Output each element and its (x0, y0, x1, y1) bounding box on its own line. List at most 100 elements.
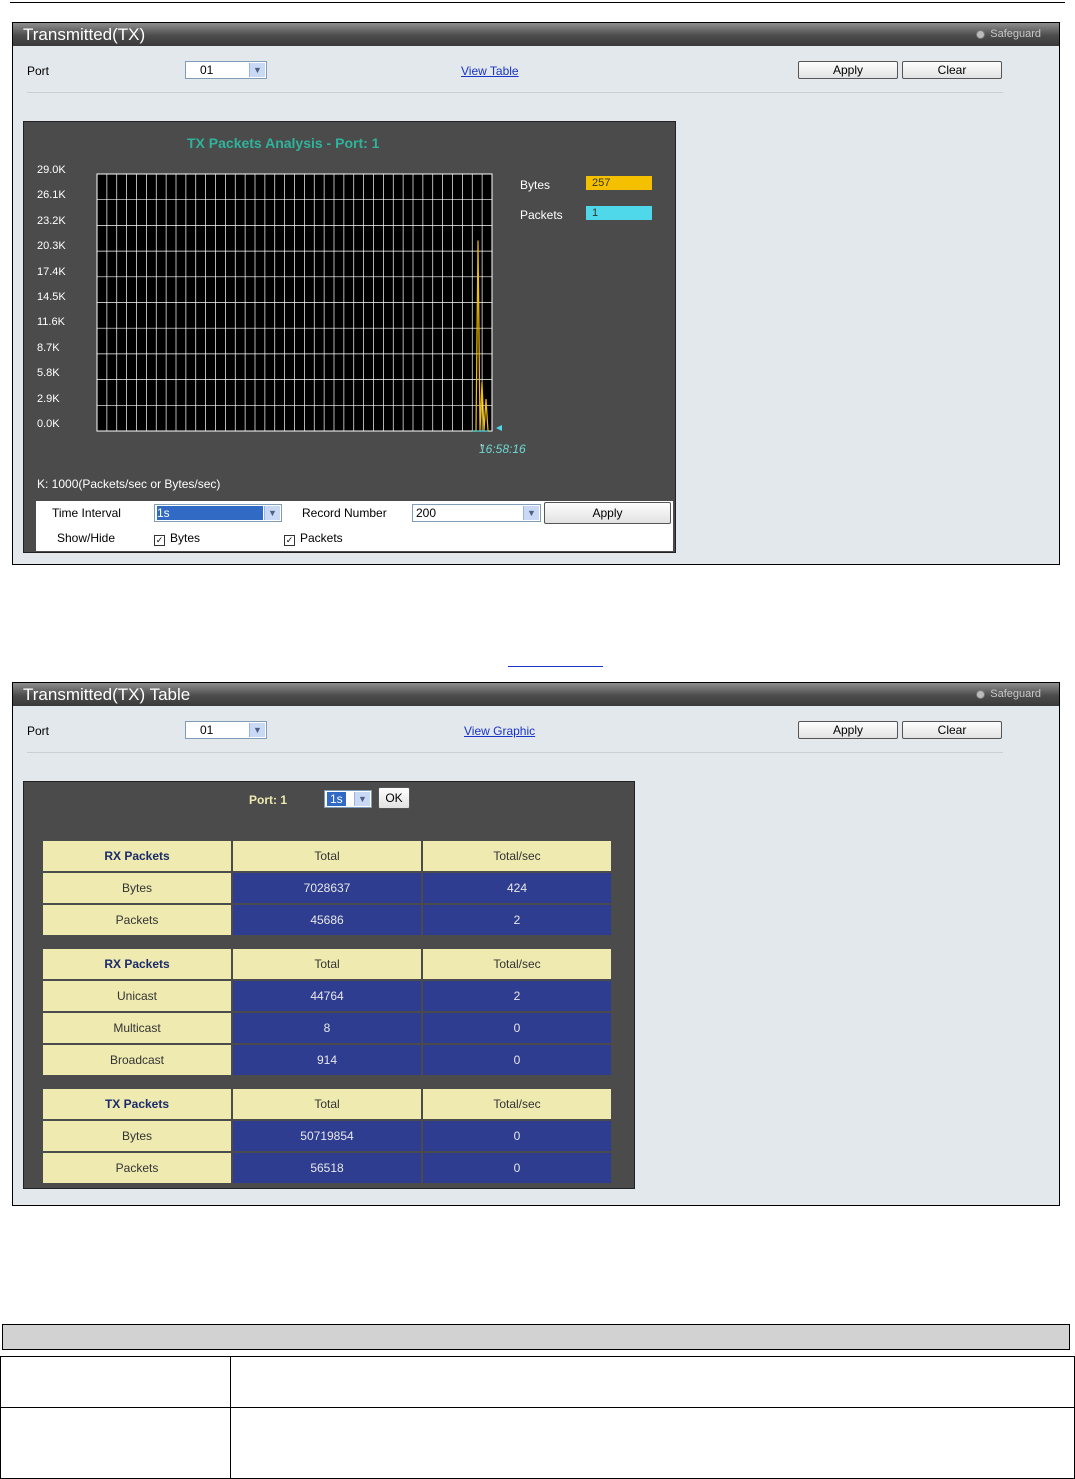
y-tick-label: 5.8K (37, 367, 60, 380)
y-tick-label: 20.3K (37, 240, 66, 253)
value-cell: 44764 (231, 979, 423, 1013)
y-tick-label: 11.6K (37, 316, 65, 329)
clear-button[interactable]: Clear (902, 721, 1002, 739)
checkmark-icon: ✓ (284, 535, 295, 546)
chevron-down-icon: ▼ (249, 63, 265, 77)
anchor-link[interactable] (508, 652, 603, 667)
chart-title: TX Packets Analysis - Port: 1 (187, 135, 380, 151)
unit-note: K: 1000(Packets/sec or Bytes/sec) (37, 477, 221, 491)
table-header-cell: Total (231, 839, 423, 873)
tx-table-panel: Transmitted(TX) Table Safeguard Port 01 ▼… (12, 682, 1060, 1206)
table-header-cell: Total/sec (421, 1087, 613, 1121)
view-table-link[interactable]: View Table (461, 64, 519, 78)
legend-packets-value: 1 (586, 206, 652, 220)
chevron-down-icon: ▼ (523, 506, 539, 520)
checkmark-icon: ✓ (154, 535, 165, 546)
view-graphic-link[interactable]: View Graphic (464, 724, 535, 738)
chart-controls: Time Interval 1s ▼ Record Number 200 ▼ App… (36, 501, 673, 551)
record-number-select[interactable]: 200 ▼ (412, 504, 541, 522)
table-header-row: RX Packets Total Total/sec (41, 839, 613, 873)
table-header-cell: Total/sec (421, 947, 613, 981)
table-header-cell: RX Packets (41, 839, 233, 873)
chevron-down-icon: ▼ (354, 792, 370, 806)
table-row: Unicast 44764 2 (41, 979, 613, 1013)
port-select-value: 01 (200, 723, 214, 737)
page-top-rule (10, 2, 1065, 3)
value-cell: 0 (421, 1151, 613, 1185)
y-tick-label: 23.2K (37, 214, 66, 227)
row-label-cell: Broadcast (41, 1043, 233, 1077)
table-row: Packets 45686 2 (41, 903, 613, 937)
bytes-checkbox[interactable]: ✓ Bytes (154, 531, 200, 546)
legend-bytes-label: Bytes (520, 178, 551, 192)
bytes-checkbox-label: Bytes (170, 531, 201, 545)
clear-button[interactable]: Clear (902, 61, 1002, 79)
stats-table-box: Port: 1 1s ▼ OK RX Packets Total Total/sec B… (23, 781, 635, 1189)
packets-checkbox-label: Packets (300, 531, 343, 545)
panel-title: Transmitted(TX) (23, 25, 146, 44)
desc-cell (230, 1356, 1075, 1408)
table-header-cell: RX Packets (41, 947, 233, 981)
table-header-cell: Total (231, 947, 423, 981)
description-table (0, 1356, 1075, 1479)
apply-button[interactable]: Apply (798, 61, 898, 79)
desc-cell (0, 1407, 231, 1479)
desc-cell (0, 1356, 231, 1408)
interval-select[interactable]: 1s ▼ (324, 790, 372, 808)
stats-table: RX Packets Total Total/sec Bytes 7028637 424 P… (41, 839, 613, 937)
row-label-cell: Packets (41, 1151, 233, 1185)
port-select[interactable]: 01 ▼ (185, 721, 267, 739)
table-header-cell: Total/sec (421, 839, 613, 873)
value-cell: 0 (421, 1119, 613, 1153)
interval-select-value: 1s (327, 792, 346, 806)
table-row: Bytes 7028637 424 (41, 871, 613, 905)
y-tick-label: 0.0K (37, 418, 60, 430)
apply-button[interactable]: Apply (798, 721, 898, 739)
time-interval-value: 1s (157, 506, 263, 520)
value-cell: 0 (421, 1011, 613, 1045)
y-tick-label: 17.4K (37, 265, 66, 278)
value-cell: 424 (421, 871, 613, 905)
safeguard-label: Safeguard (990, 688, 1041, 700)
panel-title-bar: Transmitted(TX) Safeguard (13, 23, 1059, 46)
time-interval-label: Time Interval (52, 506, 121, 520)
divider (27, 92, 1003, 93)
table-row: Bytes 50719854 0 (41, 1119, 613, 1153)
desc-cell (230, 1407, 1075, 1479)
value-cell: 50719854 (231, 1119, 423, 1153)
port-label: Port (27, 724, 50, 738)
y-tick-label: 8.7K (37, 341, 60, 354)
time-interval-select[interactable]: 1s ▼ (154, 504, 282, 522)
record-number-label: Record Number (302, 506, 387, 520)
safeguard-indicator: Safeguard (976, 683, 1041, 706)
legend-packets-label: Packets (520, 208, 563, 222)
table-header-cell: Total (231, 1087, 423, 1121)
value-cell: 2 (421, 903, 613, 937)
row-label-cell: Multicast (41, 1011, 233, 1045)
chart-plot (96, 173, 502, 432)
table-header-cell: TX Packets (41, 1087, 233, 1121)
row-label-cell: Unicast (41, 979, 233, 1013)
chart-apply-button[interactable]: Apply (544, 502, 671, 524)
y-tick-label: 2.9K (37, 392, 60, 405)
y-tick-label: 29.0K (37, 164, 66, 176)
value-cell: 2 (421, 979, 613, 1013)
chevron-down-icon: ▼ (264, 506, 280, 520)
packets-checkbox[interactable]: ✓ Packets (284, 531, 343, 546)
legend-bytes-value: 257 (586, 176, 652, 190)
tx-graphic-panel: Transmitted(TX) Safeguard Port 01 ▼ View … (12, 22, 1060, 565)
ok-button[interactable]: OK (378, 787, 410, 809)
tx-chart: TX Packets Analysis - Port: 1 29.0K 26.1K… (23, 121, 676, 553)
safeguard-indicator: Safeguard (976, 23, 1041, 46)
x-time-label: 16:58:16 (479, 442, 526, 456)
y-tick-label: 14.5K (37, 291, 66, 303)
stats-table: TX Packets Total Total/sec Bytes 50719854 0 Pa… (41, 1087, 613, 1185)
port-caption: Port: 1 (249, 793, 288, 807)
port-select[interactable]: 01 ▼ (185, 61, 267, 79)
table-header-row: RX Packets Total Total/sec (41, 947, 613, 981)
panel-title: Transmitted(TX) Table (23, 685, 191, 704)
row-label-cell: Packets (41, 903, 233, 937)
stats-table: RX Packets Total Total/sec Unicast 44764 2 Mul… (41, 947, 613, 1077)
port-select-value: 01 (200, 63, 214, 77)
value-cell: 7028637 (231, 871, 423, 905)
